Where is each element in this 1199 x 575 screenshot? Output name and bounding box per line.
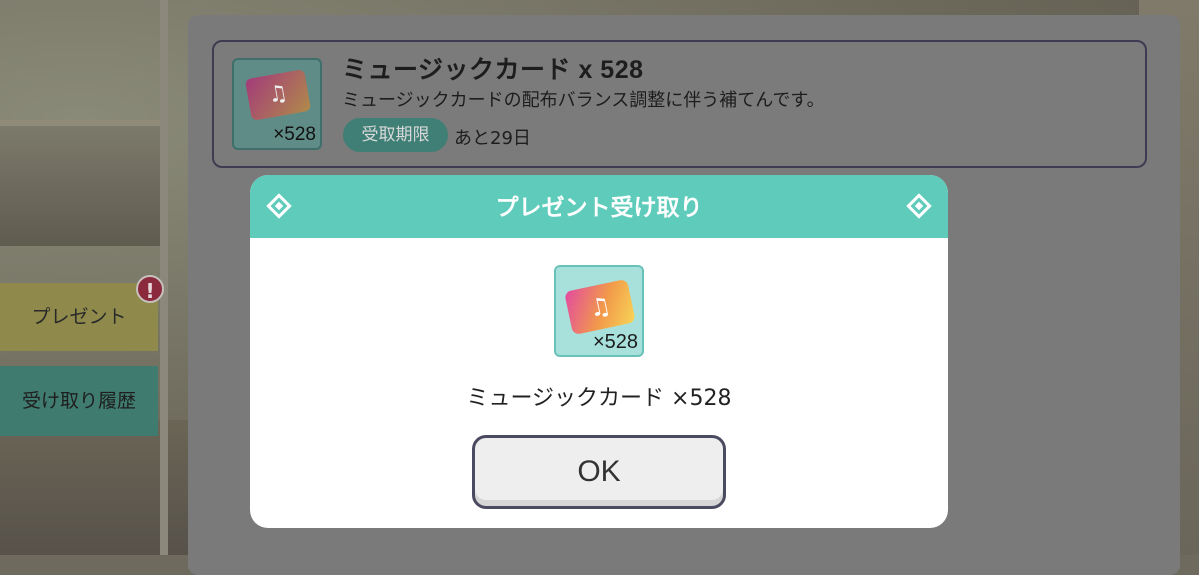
tab-receive-history[interactable]: 受け取り履歴 xyxy=(0,366,158,436)
receive-dialog: プレゼント受け取り ♫ ×528 ミュージックカード ×528 OK xyxy=(250,175,948,528)
background-tent xyxy=(0,120,165,246)
gift-thumb-quantity: ×528 xyxy=(273,124,316,145)
background-pillar xyxy=(160,0,168,555)
dialog-header: プレゼント受け取り xyxy=(250,175,948,238)
expiry-remaining: あと29日 xyxy=(454,128,531,149)
expiry-badge: 受取期限 xyxy=(343,118,448,152)
music-card-icon: ♫ xyxy=(564,278,636,336)
gift-title: ミュージックカード x 528 xyxy=(342,56,644,84)
received-item-quantity: ×528 xyxy=(592,331,638,353)
music-card-icon: ♫ xyxy=(244,69,312,121)
received-item-label: ミュージックカード ×528 xyxy=(466,386,732,411)
tab-present[interactable]: プレゼント xyxy=(0,283,158,351)
received-item-icon: ♫ ×528 xyxy=(554,265,644,357)
gift-description: ミュージックカードの配布バランス調整に伴う補てんです。 xyxy=(342,90,825,111)
dialog-title: プレゼント受け取り xyxy=(495,195,703,221)
alert-icon: ! xyxy=(136,275,164,303)
gift-item-thumbnail: ♫ ×528 xyxy=(232,58,322,150)
ok-button[interactable]: OK xyxy=(472,435,726,509)
